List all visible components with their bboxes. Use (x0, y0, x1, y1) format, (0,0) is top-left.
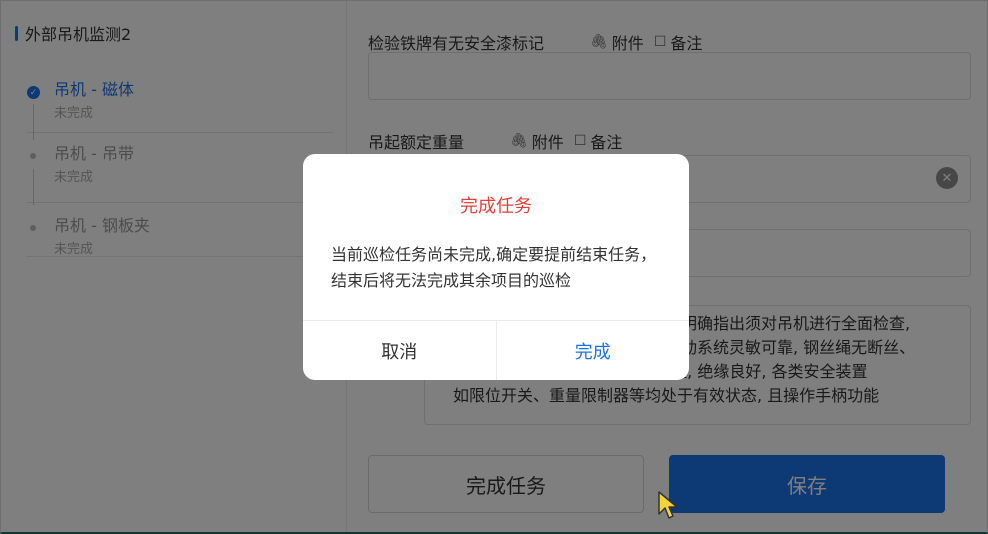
dialog-actions: 取消 完成 (303, 320, 689, 380)
mouse-cursor-icon (658, 491, 678, 519)
cancel-button[interactable]: 取消 (303, 321, 497, 380)
confirm-dialog: 完成任务 当前巡检任务尚未完成,确定要提前结束任务，结束后将无法完成其余项目的巡… (303, 154, 689, 380)
confirm-button[interactable]: 完成 (497, 321, 690, 380)
dialog-message: 当前巡检任务尚未完成,确定要提前结束任务，结束后将无法完成其余项目的巡检 (331, 245, 657, 290)
dialog-title: 完成任务 (460, 196, 532, 217)
